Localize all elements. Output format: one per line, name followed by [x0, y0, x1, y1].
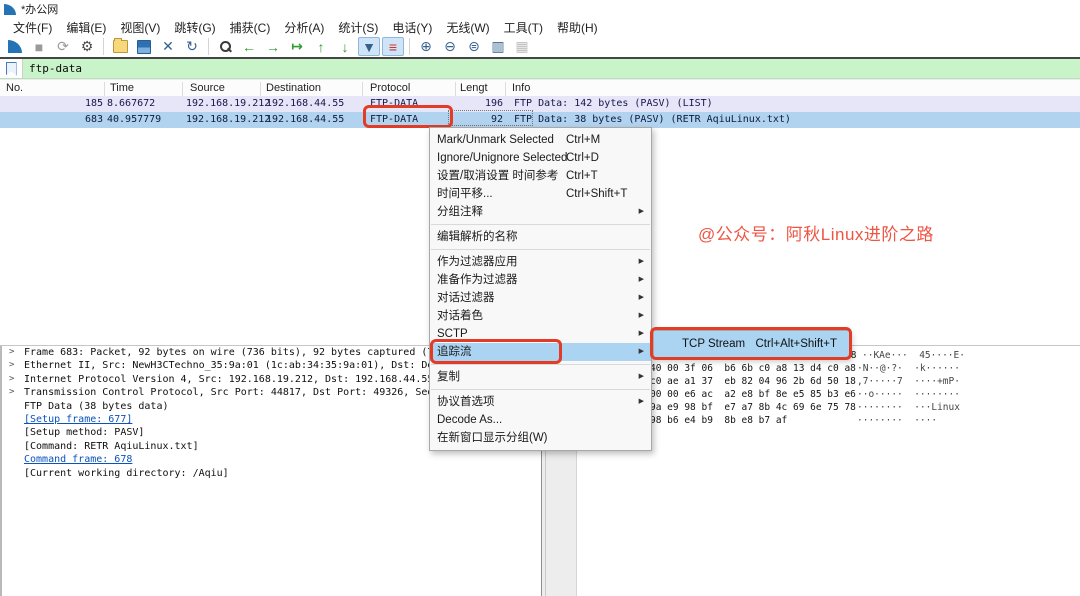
column-info[interactable]: Info [512, 82, 530, 94]
capture-options-icon[interactable]: ⚙ [76, 37, 98, 56]
menu-item-ignore-unignore[interactable]: Ignore/Unignore SelectedCtrl+D [430, 149, 651, 167]
titlebar: *办公网 [0, 0, 1080, 18]
zoom-in-icon[interactable]: ⊕ [415, 37, 437, 56]
expand-arrow-icon[interactable]: > [9, 373, 14, 386]
expand-arrow-icon[interactable]: > [9, 359, 14, 372]
packet-context-menu: Mark/Unmark SelectedCtrl+M Ignore/Unigno… [429, 127, 652, 451]
colorize-icon[interactable]: ≡ [382, 37, 404, 56]
resize-columns-icon[interactable]: ▥ [487, 37, 509, 56]
close-file-icon[interactable]: ✕ [157, 37, 179, 56]
menu-capture[interactable]: 捕获(C) [223, 18, 278, 37]
wireshark-window: *办公网 文件(F) 编辑(E) 视图(V) 跳转(G) 捕获(C) 分析(A)… [0, 0, 1080, 596]
go-top-icon[interactable]: ↑ [310, 37, 332, 56]
menu-go[interactable]: 跳转(G) [167, 18, 222, 37]
menu-wireless[interactable]: 无线(W) [439, 18, 496, 37]
column-no[interactable]: No. [6, 82, 23, 94]
menu-separator [431, 364, 650, 365]
protocol-highlight-box [363, 105, 453, 128]
menu-tools[interactable]: 工具(T) [497, 18, 550, 37]
tcp-stream-highlight-box [650, 327, 852, 360]
menu-item-packet-comment[interactable]: 分组注释 [430, 203, 651, 221]
cell-focus-outline [448, 110, 533, 126]
menu-item-conversation-filter[interactable]: 对话过滤器 [430, 289, 651, 307]
menubar: 文件(F) 编辑(E) 视图(V) 跳转(G) 捕获(C) 分析(A) 统计(S… [0, 18, 1080, 36]
wireshark-logo-icon [4, 4, 16, 15]
stop-capture-icon[interactable]: ■ [28, 37, 50, 56]
open-file-icon[interactable] [109, 37, 131, 56]
column-source[interactable]: Source [190, 82, 225, 94]
main-toolbar: ■ ⟳ ⚙ ✕ ↻ ← → ↦ ↑ ↓ ▼ ≡ ⊕ ⊖ ⊜ ▥ ▦ [0, 36, 1080, 57]
menu-edit[interactable]: 编辑(E) [59, 18, 113, 37]
column-time[interactable]: Time [110, 82, 134, 94]
packet-row-683-selected[interactable]: 683 40.957779 192.168.19.212 192.168.44.… [0, 112, 1080, 128]
start-capture-icon[interactable] [4, 37, 26, 56]
menu-item-time-shift[interactable]: 时间平移...Ctrl+Shift+T [430, 185, 651, 203]
detail-working-directory[interactable]: [Current working directory: /Aqiu] [2, 467, 541, 480]
menu-item-edit-resolved-name[interactable]: 编辑解析的名称 [430, 228, 651, 246]
menu-item-apply-as-filter[interactable]: 作为过滤器应用 [430, 253, 651, 271]
menu-item-prepare-as-filter[interactable]: 准备作为过滤器 [430, 271, 651, 289]
column-length[interactable]: Lengt [460, 82, 488, 94]
column-protocol[interactable]: Protocol [370, 82, 410, 94]
go-back-icon[interactable]: ← [238, 37, 260, 56]
menu-file[interactable]: 文件(F) [6, 18, 59, 37]
expand-arrow-icon[interactable]: > [9, 346, 14, 359]
menu-telephony[interactable]: 电话(Y) [385, 18, 439, 37]
menu-view[interactable]: 视图(V) [113, 18, 167, 37]
display-filter-bar: ftp-data [0, 59, 1080, 79]
zoom-100-icon[interactable]: ⊜ [463, 37, 485, 56]
menu-separator [431, 224, 650, 225]
reload-file-icon[interactable]: ↻ [181, 37, 203, 56]
filter-bookmark-button[interactable] [0, 59, 23, 78]
zoom-out-icon[interactable]: ⊖ [439, 37, 461, 56]
detail-command-frame-link[interactable]: Command frame: 678 [2, 453, 541, 466]
auto-scroll-icon[interactable]: ▼ [358, 37, 380, 56]
bookmark-icon [6, 62, 17, 76]
filter-input[interactable]: ftp-data [29, 62, 82, 75]
window-title: *办公网 [21, 1, 58, 17]
menu-separator [431, 249, 650, 250]
toolbar-separator [208, 38, 209, 55]
menu-statistics[interactable]: 统计(S) [331, 18, 385, 37]
menu-item-mark-unmark[interactable]: Mark/Unmark SelectedCtrl+M [430, 131, 651, 149]
follow-stream-highlight-box [430, 339, 562, 364]
packet-row-185[interactable]: 185 8.667672 192.168.19.212 192.168.44.5… [0, 96, 1080, 112]
save-file-icon[interactable] [133, 37, 155, 56]
watermark-annotation: @公众号：阿秋Linux进阶之路 [698, 220, 934, 245]
column-destination[interactable]: Destination [266, 82, 321, 94]
toolbar-separator [103, 38, 104, 55]
restart-capture-icon[interactable]: ⟳ [52, 37, 74, 56]
find-packet-icon[interactable] [214, 37, 236, 56]
menu-item-protocol-preferences[interactable]: 协议首选项 [430, 393, 651, 411]
menu-separator [431, 389, 650, 390]
menu-analyze[interactable]: 分析(A) [277, 18, 331, 37]
go-to-packet-icon[interactable]: ↦ [286, 37, 308, 56]
menu-item-time-reference[interactable]: 设置/取消设置 时间参考Ctrl+T [430, 167, 651, 185]
reset-layout-icon[interactable]: ▦ [511, 37, 533, 56]
menu-help[interactable]: 帮助(H) [550, 18, 605, 37]
menu-item-colorize-conversation[interactable]: 对话着色 [430, 307, 651, 325]
go-forward-icon[interactable]: → [262, 37, 284, 56]
menu-item-copy[interactable]: 复制 [430, 368, 651, 386]
toolbar-separator [409, 38, 410, 55]
go-bottom-icon[interactable]: ↓ [334, 37, 356, 56]
menu-item-show-in-new-window[interactable]: 在新窗口显示分组(W) [430, 429, 651, 447]
menu-item-decode-as[interactable]: Decode As... [430, 411, 651, 429]
packet-bytes-pane: 08··KAe··· 45····E· 40 00 3f 06 b6 6b c0… [578, 346, 1080, 596]
expand-arrow-icon[interactable]: > [9, 386, 14, 399]
